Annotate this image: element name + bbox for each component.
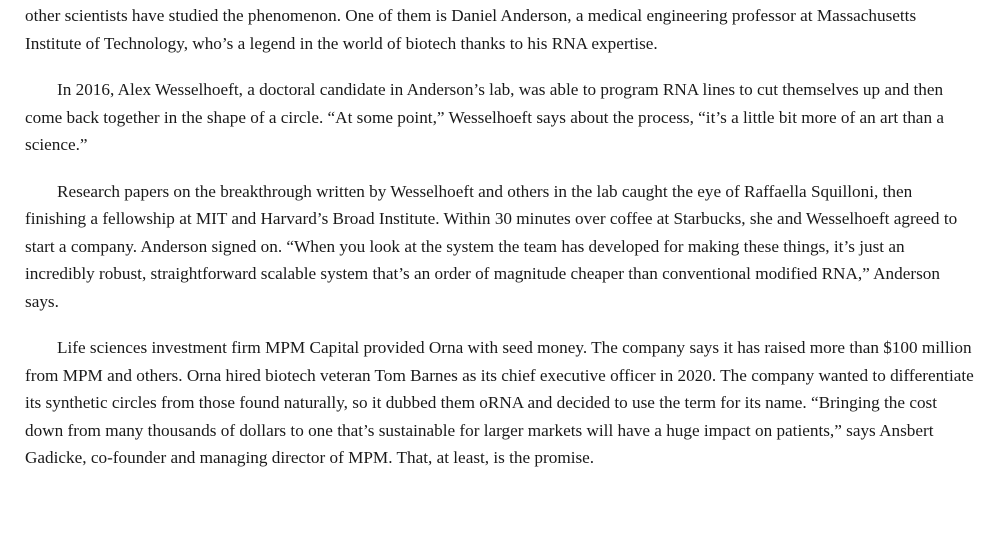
paragraph-partial: other scientists have studied the phenom… <box>25 6 917 53</box>
paragraph: Research papers on the breakthrough writ… <box>25 181 958 311</box>
paragraph: Life sciences investment firm MPM Capita… <box>25 338 974 467</box>
article-body: other scientists have studied the phenom… <box>25 0 975 491</box>
paragraph: In 2016, Alex Wesselhoeft, a doctoral ca… <box>25 80 944 154</box>
